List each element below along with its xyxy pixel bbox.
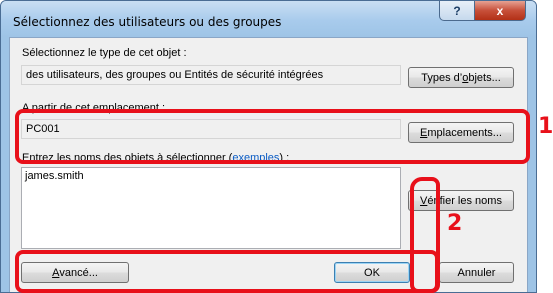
object-type-value: des utilisateurs, des groupes ou Entités… (26, 69, 324, 81)
callout-number-2: 2 (447, 211, 463, 236)
advanced-button[interactable]: Avancé... (21, 262, 129, 283)
callout-number-1: 1 (538, 114, 553, 139)
location-label: A partir de cet emplacement : (22, 102, 166, 114)
check-names-button[interactable]: Vérifier les noms (408, 190, 514, 211)
cancel-button[interactable]: Annuler (439, 262, 514, 283)
close-icon: x (496, 3, 504, 18)
help-button[interactable]: ? (439, 1, 475, 21)
object-type-field: des utilisateurs, des groupes ou Entités… (21, 65, 401, 85)
ok-button[interactable]: OK (334, 262, 410, 283)
title-bar[interactable]: Sélectionnez des utilisateurs ou des gro… (1, 1, 536, 37)
window-title: Sélectionnez des utilisateurs ou des gro… (13, 15, 282, 29)
object-names-input[interactable]: james.smith (21, 167, 401, 249)
help-icon: ? (453, 3, 461, 18)
dialog-body: Sélectionnez le type de cet objet : des … (9, 37, 528, 292)
names-label: Entrez les noms des objets à sélectionne… (22, 152, 290, 164)
object-types-button[interactable]: Types d’ o bjets... (408, 67, 514, 88)
location-value: PC001 (26, 123, 60, 135)
select-users-dialog: Sélectionnez des utilisateurs ou des gro… (0, 0, 537, 293)
object-type-label: Sélectionnez le type de cet objet : (22, 47, 187, 59)
location-field: PC001 (21, 119, 401, 139)
close-button[interactable]: x (474, 1, 526, 21)
object-names-value: james.smith (25, 170, 84, 182)
examples-link[interactable]: exemples (232, 152, 279, 164)
locations-button[interactable]: Emplacements... (408, 122, 514, 143)
